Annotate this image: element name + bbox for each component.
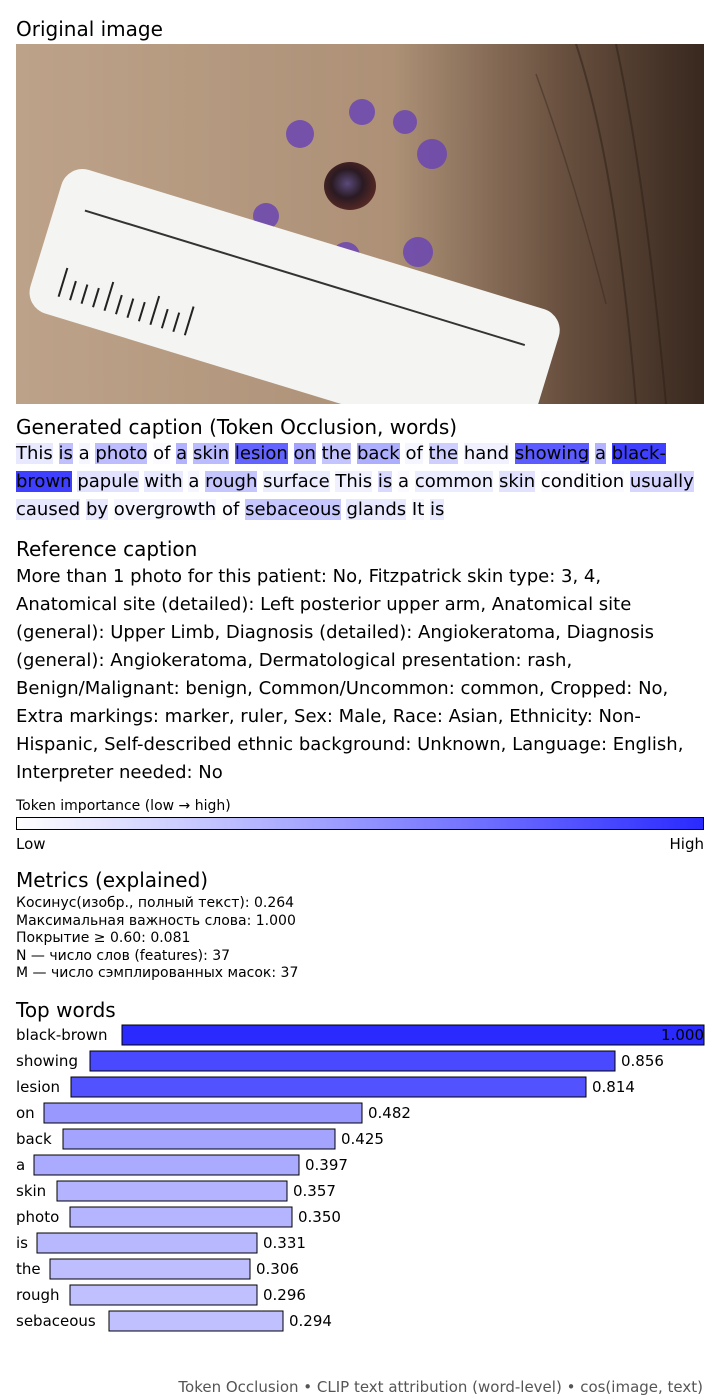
caption-word: photo [95,443,148,464]
caption-word: the [321,443,352,464]
bar-a [33,1154,300,1176]
reference-caption-heading: Reference caption [16,537,198,561]
bar-photo [69,1206,293,1228]
bar-value-label: 0.306 [256,1260,299,1278]
importance-colorbar [16,817,704,830]
bar-category-label: lesion [16,1078,60,1096]
bar-category-label: black-brown [16,1026,108,1044]
bar-category-label: a [16,1156,25,1174]
caption-word: skin [192,443,230,464]
caption-word: condition [540,471,625,492]
caption-word: a [188,471,200,492]
metric-cosine: Косинус(изобр., полный текст): 0.264 [16,895,295,911]
bar-category-label: on [16,1104,35,1122]
bar-value-label: 0.331 [263,1234,306,1252]
colorbar-high-label: High [669,835,704,853]
caption-word: of [405,443,423,464]
bar-category-label: rough [16,1286,60,1304]
caption-word: of [153,443,171,464]
caption-word: the [428,443,459,464]
caption-word: rough [205,471,258,492]
caption-word: by [85,499,109,520]
bar-value-label: 0.814 [592,1078,635,1096]
bar-category-label: skin [16,1182,46,1200]
caption-word: usually [629,471,694,492]
caption-word: glands [346,499,407,520]
metrics-list: Косинус(изобр., полный текст): 0.264 Мак… [16,895,298,983]
bar-value-label: 0.350 [298,1208,341,1226]
bar-sebaceous [108,1310,284,1332]
caption-word: of [221,499,240,520]
caption-word: a [594,443,606,464]
caption-word: lesion [234,443,288,464]
caption-word: is [58,443,73,464]
top-words-heading: Top words [16,998,116,1022]
skin-lesion-photo [16,44,704,404]
metric-mask-count: M — число сэмплированных масок: 37 [16,965,299,981]
bar-category-label: back [16,1130,52,1148]
bar-lesion [70,1076,587,1098]
bar-showing [89,1050,616,1072]
caption-word: surface [263,471,330,492]
bar-value-label: 0.357 [293,1182,336,1200]
bar-back [62,1128,336,1150]
generated-caption: This is a photo of a skin lesion on the … [16,440,706,524]
caption-word: a [78,443,90,464]
caption-word: with [144,471,183,492]
bar-value-label: 0.397 [305,1156,348,1174]
metric-max-importance: Максимальная важность слова: 1.000 [16,912,296,929]
caption-word: common [414,471,494,492]
bar-category-label: showing [16,1052,78,1070]
bar-black-brown [121,1024,705,1046]
caption-word: a [398,471,410,492]
bar-category-label: the [16,1260,41,1278]
bar-rough [69,1284,258,1306]
caption-word: This [335,471,373,492]
caption-word: hand [463,443,510,464]
generated-caption-heading: Generated caption (Token Occlusion, word… [16,415,458,439]
caption-word: This [16,443,53,464]
caption-word: back [356,443,400,464]
metrics-heading: Metrics (explained) [16,868,209,892]
caption-word: is [430,499,445,520]
caption-word: showing [514,443,590,464]
bar-is [36,1232,258,1254]
caption-word: papule [77,471,139,492]
metric-coverage: Покрытие ≥ 0.60: 0.081 [16,930,191,946]
bar-value-label: 0.856 [621,1052,664,1070]
bar-value-label: 0.294 [289,1312,332,1330]
bar-category-label: is [16,1234,28,1252]
colorbar-label: Token importance (low → high) [16,798,231,814]
caption-word: It [411,499,425,520]
caption-word: skin [498,471,536,492]
bar-value-label: 0.296 [263,1286,306,1304]
caption-word: sebaceous [245,499,341,520]
bar-the [49,1258,251,1280]
bar-on [43,1102,363,1124]
caption-word: overgrowth [113,499,217,520]
bar-value-label: 1.000 [661,1026,704,1044]
bar-value-label: 0.482 [368,1104,411,1122]
caption-word: is [377,471,393,492]
footer-note: Token Occlusion • CLIP text attribution … [178,1378,703,1396]
top-words-chart: black-brown 1.000 showing 0.856 lesion 0.814 o… [16,1024,705,1332]
bar-skin [56,1180,288,1202]
original-image-heading: Original image [16,17,163,41]
metric-word-count: N — число слов (features): 37 [16,947,231,964]
reference-caption: More than 1 photo for this patient: No, … [16,566,684,783]
bar-value-label: 0.425 [341,1130,384,1148]
caption-word: a [176,443,188,464]
caption-word: on [293,443,316,464]
bar-category-label: sebaceous [16,1312,96,1330]
bar-category-label: photo [16,1208,59,1226]
colorbar-low-label: Low [16,835,46,853]
caption-word: caused [16,499,81,520]
